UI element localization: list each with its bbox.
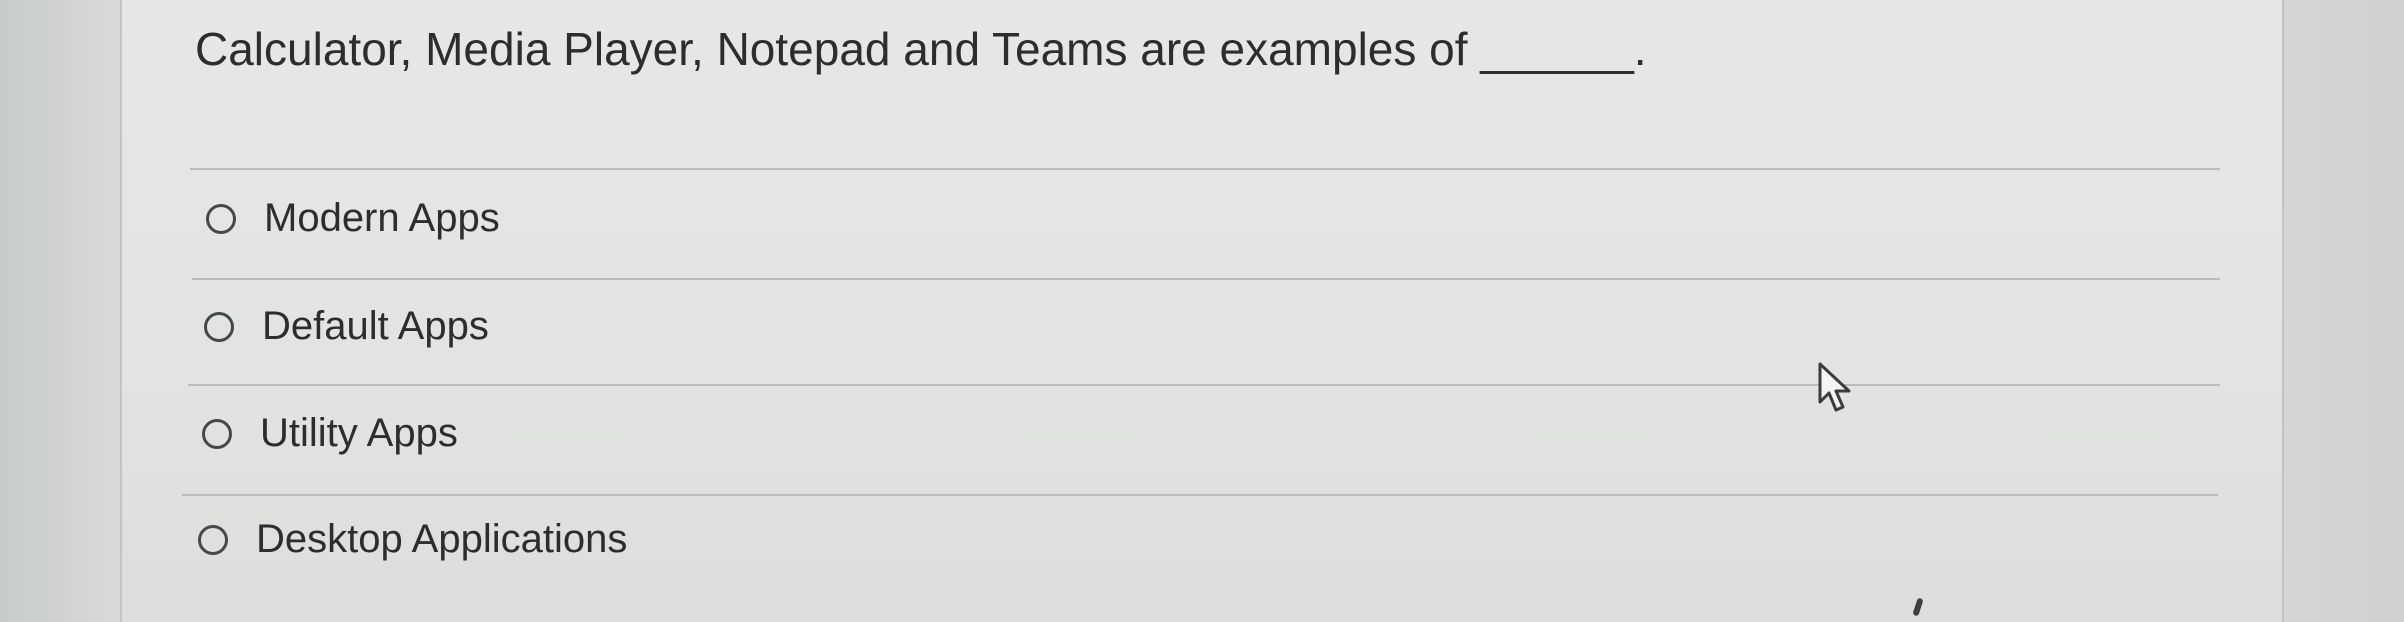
mouse-pointer-icon [1818,362,1851,412]
radio-button-icon[interactable] [202,418,232,449]
radio-button-icon[interactable] [198,524,228,555]
option-desktop-applications[interactable]: Desktop Applications [198,517,627,562]
question-divider [190,168,2220,170]
option-label: Default Apps [262,304,489,348]
option-modern-apps[interactable]: Modern Apps [206,196,500,241]
radio-button-icon[interactable] [206,203,236,234]
option-default-apps[interactable]: Default Apps [204,304,489,349]
question-text: Calculator, Media Player, Notepad and Te… [195,23,1647,75]
option-utility-apps[interactable]: Utility Apps [202,411,458,456]
option-label: Modern Apps [264,196,500,240]
option-label: Desktop Applications [256,517,628,561]
option-divider [192,278,2220,280]
option-label: Utility Apps [260,411,458,455]
screen: Calculator, Media Player, Notepad and Te… [0,0,2404,622]
option-divider [188,384,2220,386]
radio-button-icon[interactable] [204,311,234,342]
quiz-question-panel: Calculator, Media Player, Notepad and Te… [120,0,2284,622]
option-divider [182,494,2218,496]
